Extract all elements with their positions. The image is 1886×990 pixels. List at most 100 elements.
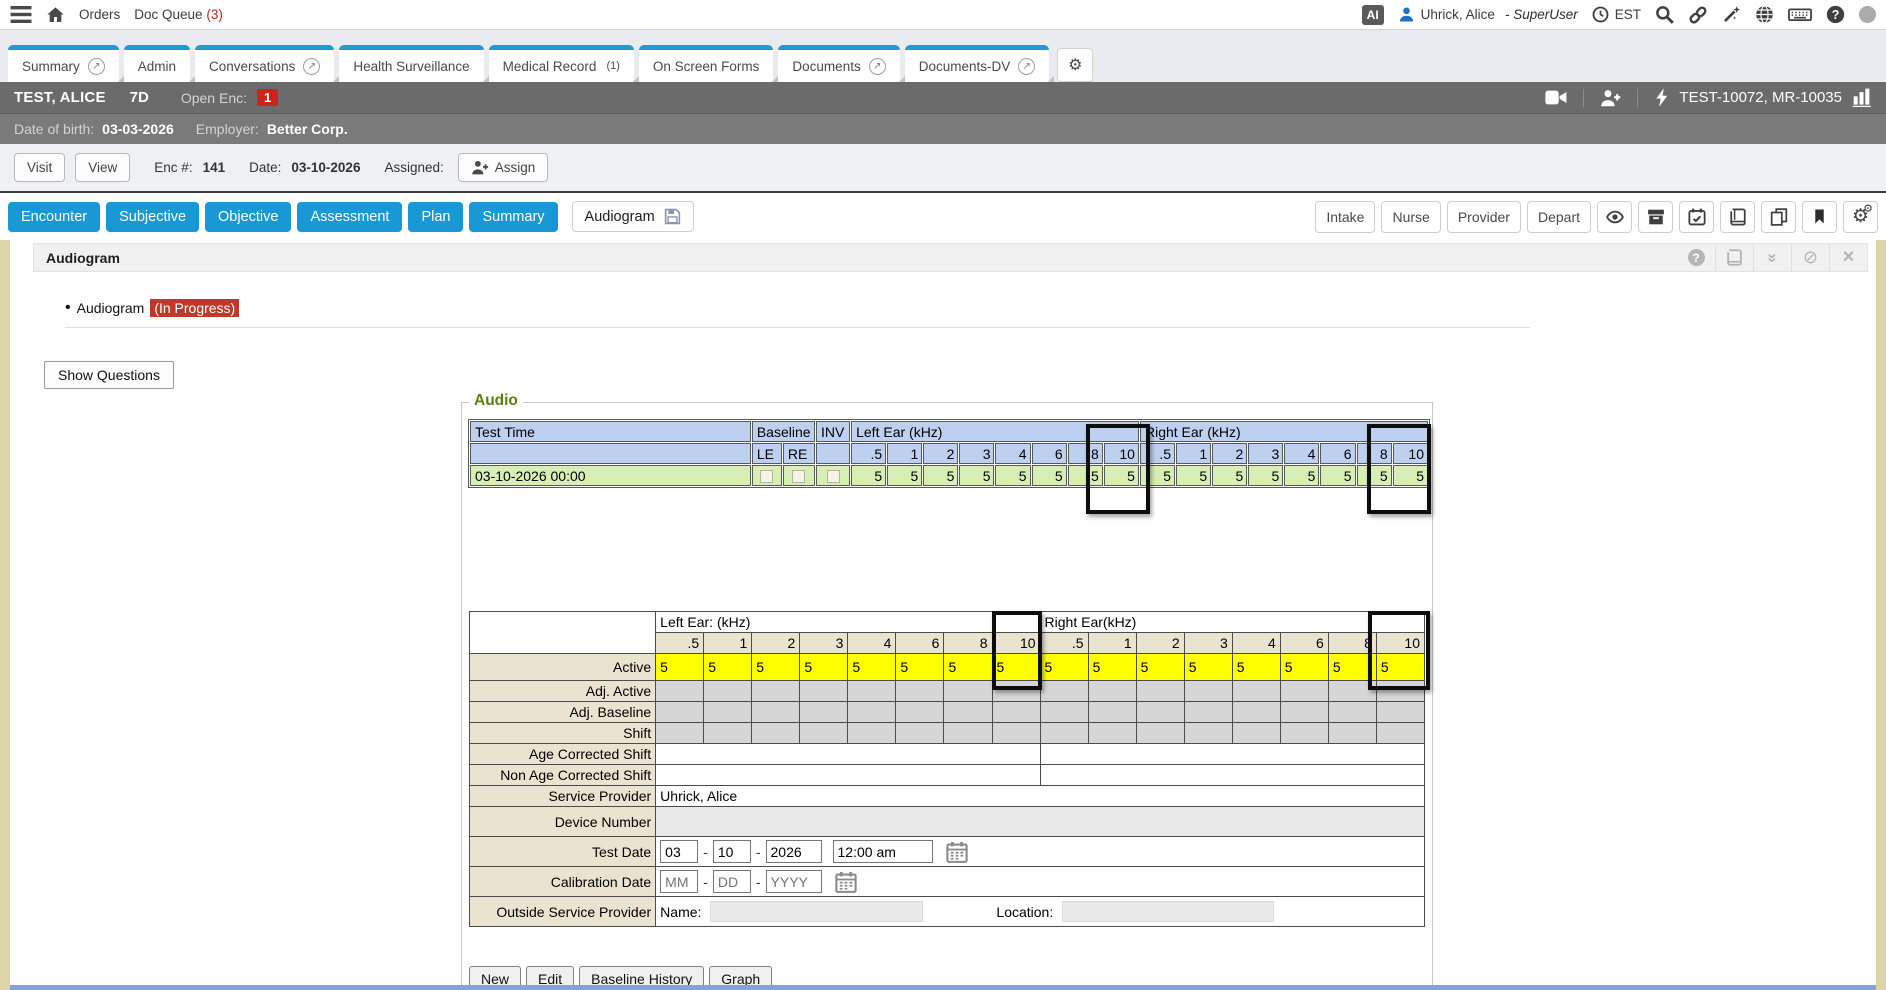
calibration-calendar-button[interactable] — [835, 871, 857, 893]
summary-data-row[interactable]: 03-10-2026 00:00 5 5 5 5 5 5 5 5 5 5 5 5… — [470, 465, 1428, 486]
show-questions-button[interactable]: Show Questions — [44, 361, 174, 389]
right-value[interactable]: 5 — [1284, 465, 1319, 486]
user-menu[interactable]: Uhrick, Alice - SuperUser — [1398, 6, 1578, 23]
nav-plan-button[interactable]: Plan — [408, 202, 463, 232]
tab-health-surveillance[interactable]: Health Surveillance — [339, 45, 483, 82]
visit-button[interactable]: Visit — [14, 153, 65, 182]
chart-icon[interactable] — [1852, 88, 1872, 107]
nav-objective-button[interactable]: Objective — [205, 202, 291, 232]
outside-location-input[interactable] — [1062, 901, 1274, 922]
tab-admin[interactable]: Admin — [124, 45, 190, 82]
test-time-cell[interactable]: 03-10-2026 00:00 — [470, 465, 751, 486]
section-collapse-button[interactable]: » — [1753, 244, 1791, 271]
active-left-cell[interactable]: 5 — [704, 654, 752, 681]
nurse-button[interactable]: Nurse — [1381, 201, 1440, 233]
tab-documents-dv[interactable]: Documents-DV ↗ — [905, 45, 1050, 82]
globe-icon[interactable] — [1755, 5, 1774, 24]
intake-button[interactable]: Intake — [1315, 201, 1375, 233]
left-value[interactable]: 5 — [1032, 465, 1067, 486]
settings-button[interactable]: ⚙ ⚙ — [1843, 201, 1878, 233]
add-user-icon[interactable] — [1600, 89, 1621, 107]
chart-book-button[interactable] — [1720, 201, 1755, 233]
calibration-day-input[interactable] — [713, 870, 751, 893]
left-value[interactable]: 5 — [995, 465, 1030, 486]
tab-summary[interactable]: Summary ↗ — [8, 45, 119, 82]
active-left-cell[interactable]: 5 — [944, 654, 992, 681]
right-value[interactable]: 5 — [1248, 465, 1283, 486]
outside-name-input[interactable] — [710, 901, 923, 922]
hamburger-menu-icon[interactable] — [10, 6, 32, 23]
active-right-cell[interactable]: 5 — [1040, 654, 1088, 681]
left-value[interactable]: 5 — [851, 465, 886, 486]
section-help-button[interactable]: ? — [1677, 244, 1715, 271]
lightning-icon[interactable] — [1654, 88, 1669, 107]
active-right-cell[interactable]: 5 — [1088, 654, 1136, 681]
copy-forward-button[interactable] — [1761, 201, 1796, 233]
active-right-cell[interactable]: 5 — [1184, 654, 1232, 681]
audiogram-link[interactable]: Audiogram — [77, 300, 145, 316]
tab-on-screen-forms[interactable]: On Screen Forms — [639, 45, 774, 82]
active-right-cell[interactable]: 5 — [1136, 654, 1184, 681]
nav-assessment-button[interactable]: Assessment — [297, 202, 402, 232]
link-icon[interactable] — [1688, 5, 1708, 25]
search-icon[interactable] — [1655, 5, 1674, 24]
preview-eye-button[interactable] — [1597, 201, 1632, 233]
section-close-button[interactable]: × — [1829, 244, 1867, 271]
active-left-cell[interactable]: 5 — [848, 654, 896, 681]
active-right-cell[interactable]: 5 — [1232, 654, 1280, 681]
test-date-year-input[interactable] — [766, 840, 822, 863]
bookmark-button[interactable] — [1802, 201, 1837, 233]
test-date-month-input[interactable] — [660, 840, 698, 863]
home-icon[interactable] — [46, 6, 65, 24]
popout-icon[interactable]: ↗ — [303, 58, 320, 75]
baseline-le-checkbox[interactable] — [760, 470, 773, 483]
tab-documents[interactable]: Documents ↗ — [778, 45, 899, 82]
open-enc-badge[interactable]: 1 — [257, 89, 278, 106]
help-icon[interactable]: ? — [1826, 5, 1845, 24]
calibration-month-input[interactable] — [660, 870, 698, 893]
popout-icon[interactable]: ↗ — [869, 58, 886, 75]
calibration-year-input[interactable] — [766, 870, 822, 893]
wand-icon[interactable] — [1722, 5, 1741, 24]
active-left-cell[interactable]: 5 — [656, 654, 704, 681]
bottom-scroll-edge[interactable] — [10, 985, 1876, 990]
provider-button[interactable]: Provider — [1447, 201, 1521, 233]
tab-conversations[interactable]: Conversations ↗ — [195, 45, 334, 82]
popout-icon[interactable]: ↗ — [88, 58, 105, 75]
nav-summary-button[interactable]: Summary — [469, 202, 557, 232]
assign-button[interactable]: Assign — [458, 153, 549, 182]
popout-icon[interactable]: ↗ — [1018, 58, 1035, 75]
audiogram-doc-tab[interactable]: Audiogram — [572, 201, 694, 232]
depart-button[interactable]: Depart — [1527, 201, 1591, 233]
left-value[interactable]: 5 — [959, 465, 994, 486]
nav-encounter-button[interactable]: Encounter — [8, 202, 100, 232]
inv-checkbox[interactable] — [827, 470, 840, 483]
right-value[interactable]: 5 — [1212, 465, 1247, 486]
video-call-icon[interactable] — [1545, 89, 1567, 106]
active-left-cell[interactable]: 5 — [896, 654, 944, 681]
menu-doc-queue[interactable]: Doc Queue (3) — [134, 7, 223, 22]
baseline-re-checkbox[interactable] — [792, 470, 805, 483]
section-disable-button[interactable]: ⊘ — [1791, 244, 1829, 271]
left-value[interactable]: 5 — [923, 465, 958, 486]
tab-medical-record[interactable]: Medical Record (1) — [489, 45, 634, 82]
test-date-calendar-button[interactable] — [946, 841, 968, 863]
device-number-field[interactable] — [656, 807, 1425, 837]
right-value[interactable]: 5 — [1320, 465, 1355, 486]
active-right-cell[interactable]: 5 — [1280, 654, 1328, 681]
active-left-cell[interactable]: 5 — [752, 654, 800, 681]
test-time-input[interactable] — [833, 840, 933, 863]
tab-settings-gear-icon[interactable]: ⚙ — [1057, 48, 1093, 82]
archive-button[interactable] — [1638, 201, 1673, 233]
nav-subjective-button[interactable]: Subjective — [106, 202, 199, 232]
test-date-day-input[interactable] — [713, 840, 751, 863]
section-book-button[interactable] — [1715, 244, 1753, 271]
menu-orders[interactable]: Orders — [79, 7, 120, 22]
active-left-cell[interactable]: 5 — [800, 654, 848, 681]
save-icon[interactable] — [664, 208, 681, 225]
left-value[interactable]: 5 — [887, 465, 922, 486]
right-value[interactable]: 5 — [1176, 465, 1211, 486]
view-button[interactable]: View — [75, 153, 130, 182]
keyboard-icon[interactable] — [1788, 5, 1812, 24]
schedule-button[interactable] — [1679, 201, 1714, 233]
